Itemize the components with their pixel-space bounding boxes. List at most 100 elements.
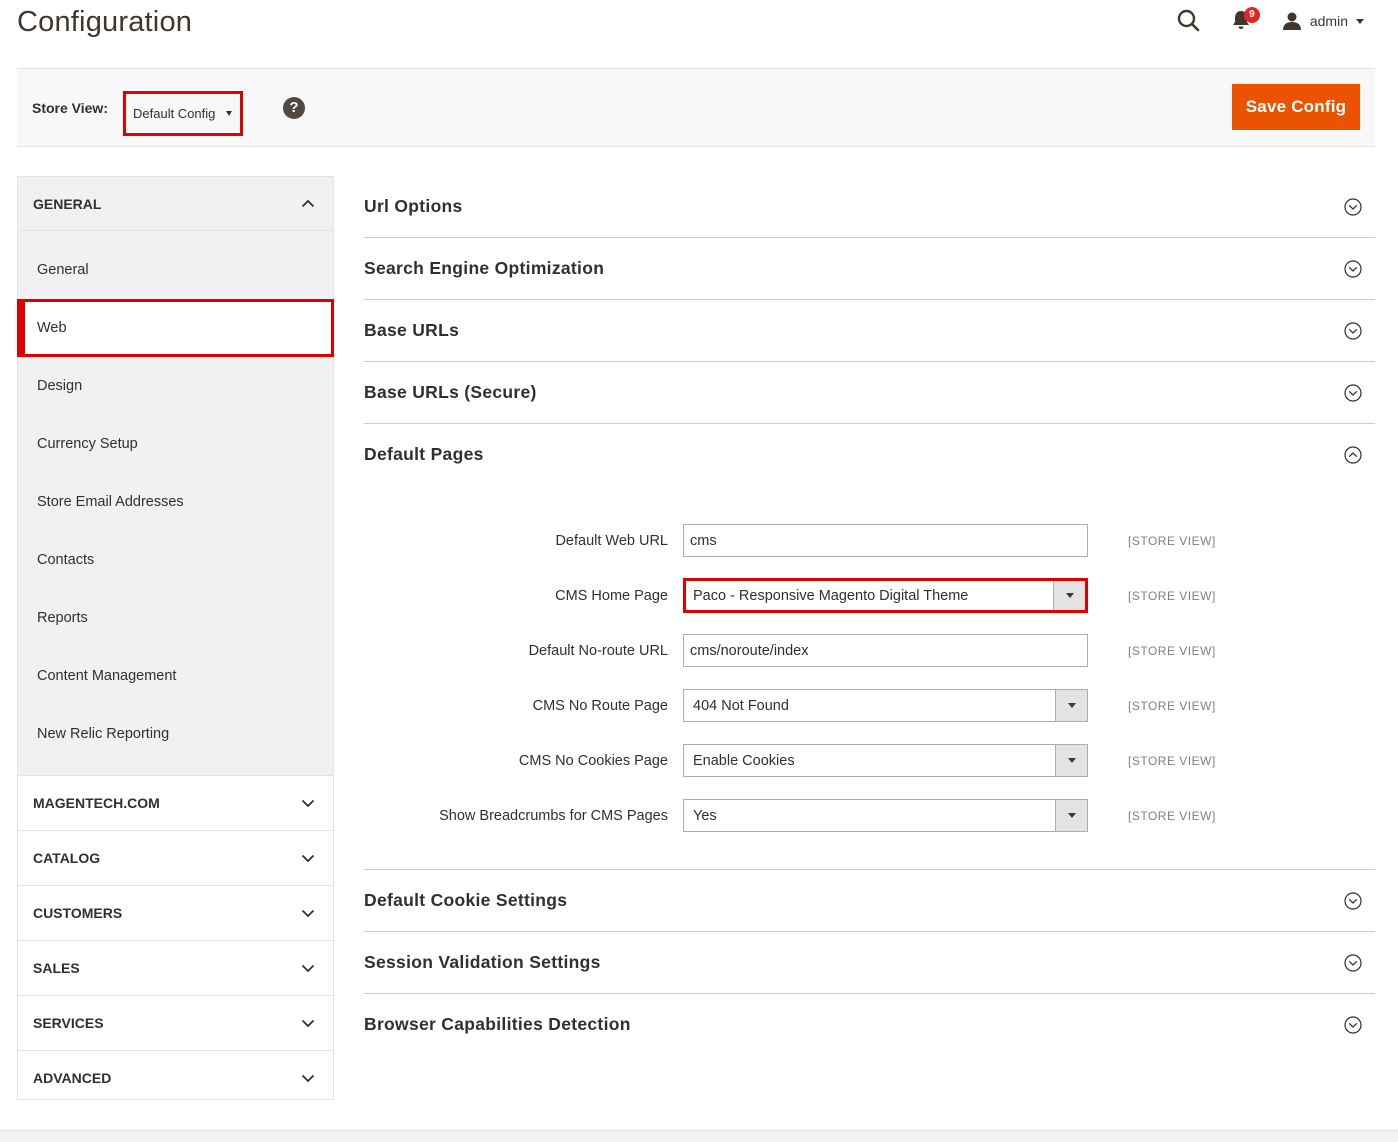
user-menu[interactable]: admin (1282, 12, 1364, 30)
scope-label: [STORE VIEW] (1128, 698, 1216, 713)
expand-icon (1344, 1015, 1362, 1034)
tab-group-sales-header[interactable]: SALES (18, 941, 333, 995)
tab-group-catalog: CATALOG (18, 831, 333, 886)
tab-group-sales: SALES (18, 941, 333, 996)
section-title: Url Options (364, 196, 463, 216)
sidebar-item-label: Content Management (37, 668, 177, 684)
cms-no-route-page-select[interactable]: 404 Not Found (683, 689, 1088, 722)
tab-group-general-header[interactable]: GENERAL (18, 177, 333, 231)
sidebar-item-label: Store Email Addresses (37, 494, 184, 510)
section-header[interactable]: Default Pages (364, 424, 1375, 485)
sidebar-item-new-relic-reporting[interactable]: New Relic Reporting (18, 705, 333, 763)
field-value: cms (690, 532, 717, 549)
scope-label: [STORE VIEW] (1128, 643, 1216, 658)
section-default-cookie-settings: Default Cookie Settings (364, 870, 1375, 932)
sidebar-item-store-email-addresses[interactable]: Store Email Addresses (18, 473, 333, 531)
section-header[interactable]: Base URLs (364, 300, 1375, 361)
tab-group-label: SALES (33, 960, 80, 976)
search-icon[interactable] (1176, 8, 1202, 34)
sidebar-item-design[interactable]: Design (18, 357, 333, 415)
field-label: CMS No Cookies Page (518, 752, 668, 769)
expand-icon (1344, 383, 1362, 402)
cms-home-page-select[interactable]: Paco - Responsive Magento Digital Theme (683, 578, 1088, 613)
field-label: Show Breadcrumbs for CMS Pages (439, 807, 668, 824)
expand-icon (1344, 953, 1362, 972)
tab-group-customers: CUSTOMERS (18, 886, 333, 941)
tab-group-advanced: ADVANCED (18, 1051, 333, 1105)
dropdown-arrow-icon (1055, 800, 1087, 831)
collapse-icon (1344, 445, 1362, 464)
sidebar-item-reports[interactable]: Reports (18, 589, 333, 647)
notifications-button[interactable]: 9 (1230, 6, 1260, 36)
field-label: Default Web URL (555, 532, 668, 549)
field-label: Default No-route URL (528, 642, 668, 659)
config-sections: Url Options Search Engine Optimization B… (364, 176, 1375, 1055)
section-title: Default Pages (364, 444, 484, 464)
tab-group-label: ADVANCED (33, 1070, 112, 1086)
store-view-switcher[interactable]: Default Config (123, 91, 243, 136)
field-value: Yes (693, 807, 717, 824)
tab-group-magentech: MAGENTECH.COM (18, 776, 333, 831)
cms-no-cookies-page-select[interactable]: Enable Cookies (683, 744, 1088, 777)
tab-group-services-header[interactable]: SERVICES (18, 996, 333, 1050)
field-cms-no-cookies-page: CMS No Cookies Page Enable Cookies [STOR… (364, 733, 1375, 788)
sidebar-item-label: Currency Setup (37, 436, 138, 452)
tab-group-magentech-header[interactable]: MAGENTECH.COM (18, 776, 333, 830)
sidebar-item-label: New Relic Reporting (37, 726, 170, 742)
chevron-down-icon (301, 854, 315, 862)
scope-label: [STORE VIEW] (1128, 808, 1216, 823)
show-breadcrumbs-select[interactable]: Yes (683, 799, 1088, 832)
tab-group-label: CATALOG (33, 850, 101, 866)
header-actions: 9 admin (1176, 6, 1364, 36)
tab-group-customers-header[interactable]: CUSTOMERS (18, 886, 333, 940)
sidebar-item-label: Web (37, 320, 67, 336)
default-no-route-url-input[interactable]: cms/noroute/index (683, 634, 1088, 667)
tab-group-label: MAGENTECH.COM (33, 795, 160, 811)
user-name: admin (1309, 13, 1348, 29)
section-title: Default Cookie Settings (364, 890, 568, 910)
store-view-value: Default Config (133, 106, 216, 121)
expand-icon (1344, 321, 1362, 340)
field-default-web-url: Default Web URL cms [STORE VIEW] (364, 513, 1375, 568)
scope-label: [STORE VIEW] (1128, 588, 1216, 603)
chevron-up-icon (301, 199, 315, 208)
user-icon (1282, 12, 1302, 30)
config-tabs-sidebar: GENERAL General Web Design Currency Setu… (17, 176, 334, 1100)
sidebar-item-label: Contacts (37, 552, 95, 568)
section-header[interactable]: Default Cookie Settings (364, 870, 1375, 931)
default-pages-fields: Default Web URL cms [STORE VIEW] CMS Hom… (364, 485, 1375, 869)
expand-icon (1344, 197, 1362, 216)
chevron-down-icon (301, 1019, 315, 1027)
section-title: Base URLs (Secure) (364, 382, 537, 402)
tab-group-label: CUSTOMERS (33, 905, 123, 921)
section-base-urls: Base URLs (364, 300, 1375, 362)
tab-group-catalog-header[interactable]: CATALOG (18, 831, 333, 885)
scope-label: [STORE VIEW] (1128, 753, 1216, 768)
sidebar-item-content-management[interactable]: Content Management (18, 647, 333, 705)
section-default-pages: Default Pages Default Web URL cms [STORE… (364, 424, 1375, 870)
section-header[interactable]: Session Validation Settings (364, 932, 1375, 993)
page-footer-divider (0, 1130, 1398, 1142)
sidebar-item-web[interactable]: Web (17, 299, 334, 357)
section-header[interactable]: Base URLs (Secure) (364, 362, 1375, 423)
field-value: 404 Not Found (693, 697, 789, 714)
default-web-url-input[interactable]: cms (683, 524, 1088, 557)
sidebar-item-currency-setup[interactable]: Currency Setup (18, 415, 333, 473)
section-session-validation-settings: Session Validation Settings (364, 932, 1375, 994)
section-header[interactable]: Search Engine Optimization (364, 238, 1375, 299)
section-header[interactable]: Url Options (364, 176, 1375, 237)
section-title: Browser Capabilities Detection (364, 1014, 631, 1034)
tab-group-services: SERVICES (18, 996, 333, 1051)
save-config-button[interactable]: Save Config (1232, 84, 1360, 130)
expand-icon (1344, 891, 1362, 910)
page-title: Configuration (17, 6, 193, 38)
caret-down-icon (226, 111, 232, 116)
section-base-urls-secure: Base URLs (Secure) (364, 362, 1375, 424)
sidebar-item-general[interactable]: General (18, 241, 333, 299)
sidebar-item-label: Reports (37, 610, 88, 626)
store-view-label: Store View: (32, 100, 108, 116)
help-icon[interactable]: ? (283, 97, 305, 119)
sidebar-item-contacts[interactable]: Contacts (18, 531, 333, 589)
section-header[interactable]: Browser Capabilities Detection (364, 994, 1375, 1055)
tab-group-advanced-header[interactable]: ADVANCED (18, 1051, 333, 1105)
